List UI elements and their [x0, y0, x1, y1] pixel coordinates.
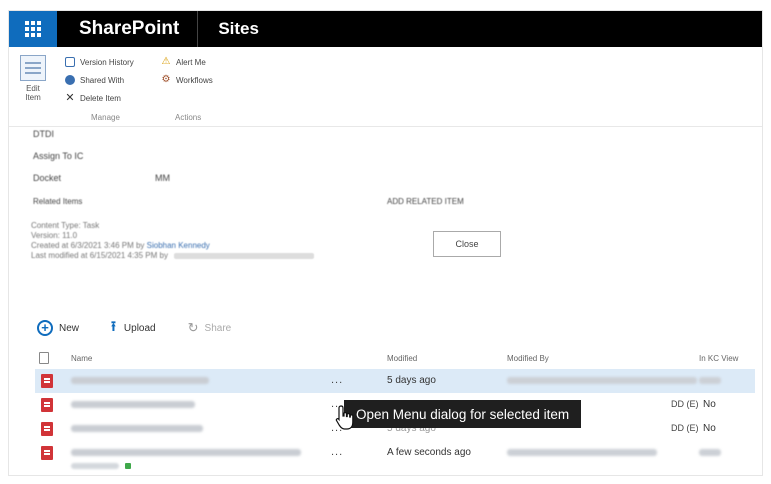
- new-label: New: [59, 322, 80, 334]
- upload-button[interactable]: ⭱ Upload: [111, 316, 156, 340]
- last-modified-text: Last modified at 6/15/2021 4:35 PM by: [31, 251, 168, 260]
- workflows-label: Workflows: [176, 75, 213, 85]
- shared-with-label: Shared With: [80, 75, 125, 85]
- upload-arrow-icon: ⭱: [111, 318, 116, 334]
- more-actions-button[interactable]: ...: [331, 374, 343, 386]
- ribbon: Edit Item Version History Shared With ✕ …: [9, 47, 762, 127]
- select-all-file-icon[interactable]: [39, 352, 49, 364]
- related-items-label: Related Items: [33, 197, 83, 206]
- delete-x-icon: ✕: [65, 92, 75, 104]
- edit-item-label: Edit Item: [25, 84, 41, 102]
- ribbon-group-manage: Version History Shared With ✕ Delete Ite…: [57, 47, 153, 126]
- column-header-in-kc-view[interactable]: In KC View: [699, 354, 738, 363]
- ribbon-group-actions: ⚠ Alert Me ⚙ Workflows Actions: [153, 47, 243, 126]
- created-by-link[interactable]: Siobhan Kennedy: [147, 241, 210, 250]
- table-row[interactable]: ... 5 days ago: [35, 369, 755, 393]
- in-kc-view-value: No: [703, 423, 716, 434]
- people-icon: [65, 75, 75, 85]
- docket-label: Docket: [33, 173, 62, 183]
- delete-item-button[interactable]: ✕ Delete Item: [65, 89, 147, 107]
- share-label: Share: [204, 322, 232, 334]
- docket-value: MM: [155, 173, 170, 183]
- command-bar: + New ⭱ Upload ↻ Share: [37, 317, 263, 339]
- new-item-marker-icon: [125, 463, 131, 469]
- in-kc-view-value: No: [703, 399, 716, 410]
- add-related-item-link[interactable]: ADD RELATED ITEM: [387, 197, 464, 206]
- edit-form-icon: [20, 55, 46, 81]
- modified-by-redacted: [507, 449, 657, 456]
- app-name[interactable]: SharePoint: [57, 18, 197, 40]
- suite-bar: SharePoint Sites: [9, 11, 762, 47]
- actions-group-label: Actions: [175, 113, 202, 122]
- edit-item-button[interactable]: Edit Item: [9, 47, 57, 126]
- modified-value: A few seconds ago: [387, 447, 471, 458]
- tooltip: Open Menu dialog for selected item: [344, 400, 582, 428]
- assign-to-field: Assign To IC: [33, 151, 84, 161]
- modified-value: 5 days ago: [387, 375, 436, 386]
- version-history-button[interactable]: Version History: [65, 53, 147, 71]
- pdf-file-icon: [41, 422, 53, 436]
- field-label-top: DTDI: [33, 129, 54, 139]
- in-kc-view-redacted: [699, 377, 721, 384]
- hand-pointer-icon: [335, 405, 354, 430]
- pdf-file-icon: [41, 398, 53, 412]
- close-button[interactable]: Close: [433, 231, 501, 257]
- manage-group-label: Manage: [91, 113, 120, 122]
- modified-by-redacted: [174, 252, 315, 259]
- alert-me-label: Alert Me: [176, 57, 206, 67]
- shared-with-button[interactable]: Shared With: [65, 71, 147, 89]
- modified-by-suffix: DD (E): [671, 399, 699, 409]
- more-actions-button[interactable]: ...: [331, 446, 343, 458]
- modified-by-redacted: [507, 377, 697, 384]
- alert-me-button[interactable]: ⚠ Alert Me: [161, 53, 237, 71]
- file-name-redacted[interactable]: [71, 425, 203, 432]
- table-row[interactable]: ... A few seconds ago: [35, 441, 755, 475]
- created-line: Created at 6/3/2021 3:46 PM by Siobhan K…: [31, 241, 210, 251]
- file-name-redacted[interactable]: [71, 401, 195, 408]
- workflows-button[interactable]: ⚙ Workflows: [161, 71, 237, 89]
- list-header: Name Modified Modified By In KC View: [35, 347, 755, 369]
- workflow-icon: ⚙: [161, 74, 171, 85]
- column-header-name[interactable]: Name: [71, 354, 92, 363]
- sites-link[interactable]: Sites: [198, 19, 259, 39]
- version-text: Version: 11.0: [31, 231, 78, 240]
- last-modified-line: Last modified at 6/15/2021 4:35 PM by: [31, 251, 315, 261]
- new-button[interactable]: + New: [37, 320, 79, 336]
- upload-label: Upload: [123, 322, 156, 334]
- history-icon: [65, 57, 75, 67]
- plus-circle-icon: +: [37, 320, 53, 336]
- created-text: Created at 6/3/2021 3:46 PM by: [31, 241, 145, 250]
- file-name-redacted[interactable]: [71, 449, 301, 456]
- content-type-text: Content Type: Task: [31, 221, 100, 230]
- share-button[interactable]: ↻ Share: [188, 320, 232, 336]
- file-subtitle-redacted: [71, 463, 119, 469]
- version-history-label: Version History: [80, 57, 134, 67]
- alert-bell-icon: ⚠: [161, 56, 171, 67]
- waffle-icon[interactable]: [9, 11, 57, 47]
- in-kc-view-redacted: [699, 449, 721, 456]
- share-icon: ↻: [187, 320, 199, 335]
- column-header-modified[interactable]: Modified: [387, 354, 417, 363]
- file-name-redacted[interactable]: [71, 377, 209, 384]
- column-header-modified-by[interactable]: Modified By: [507, 354, 549, 363]
- pdf-file-icon: [41, 374, 53, 388]
- delete-item-label: Delete Item: [80, 93, 121, 103]
- pdf-file-icon: [41, 446, 53, 460]
- modified-by-suffix: DD (E): [671, 423, 699, 433]
